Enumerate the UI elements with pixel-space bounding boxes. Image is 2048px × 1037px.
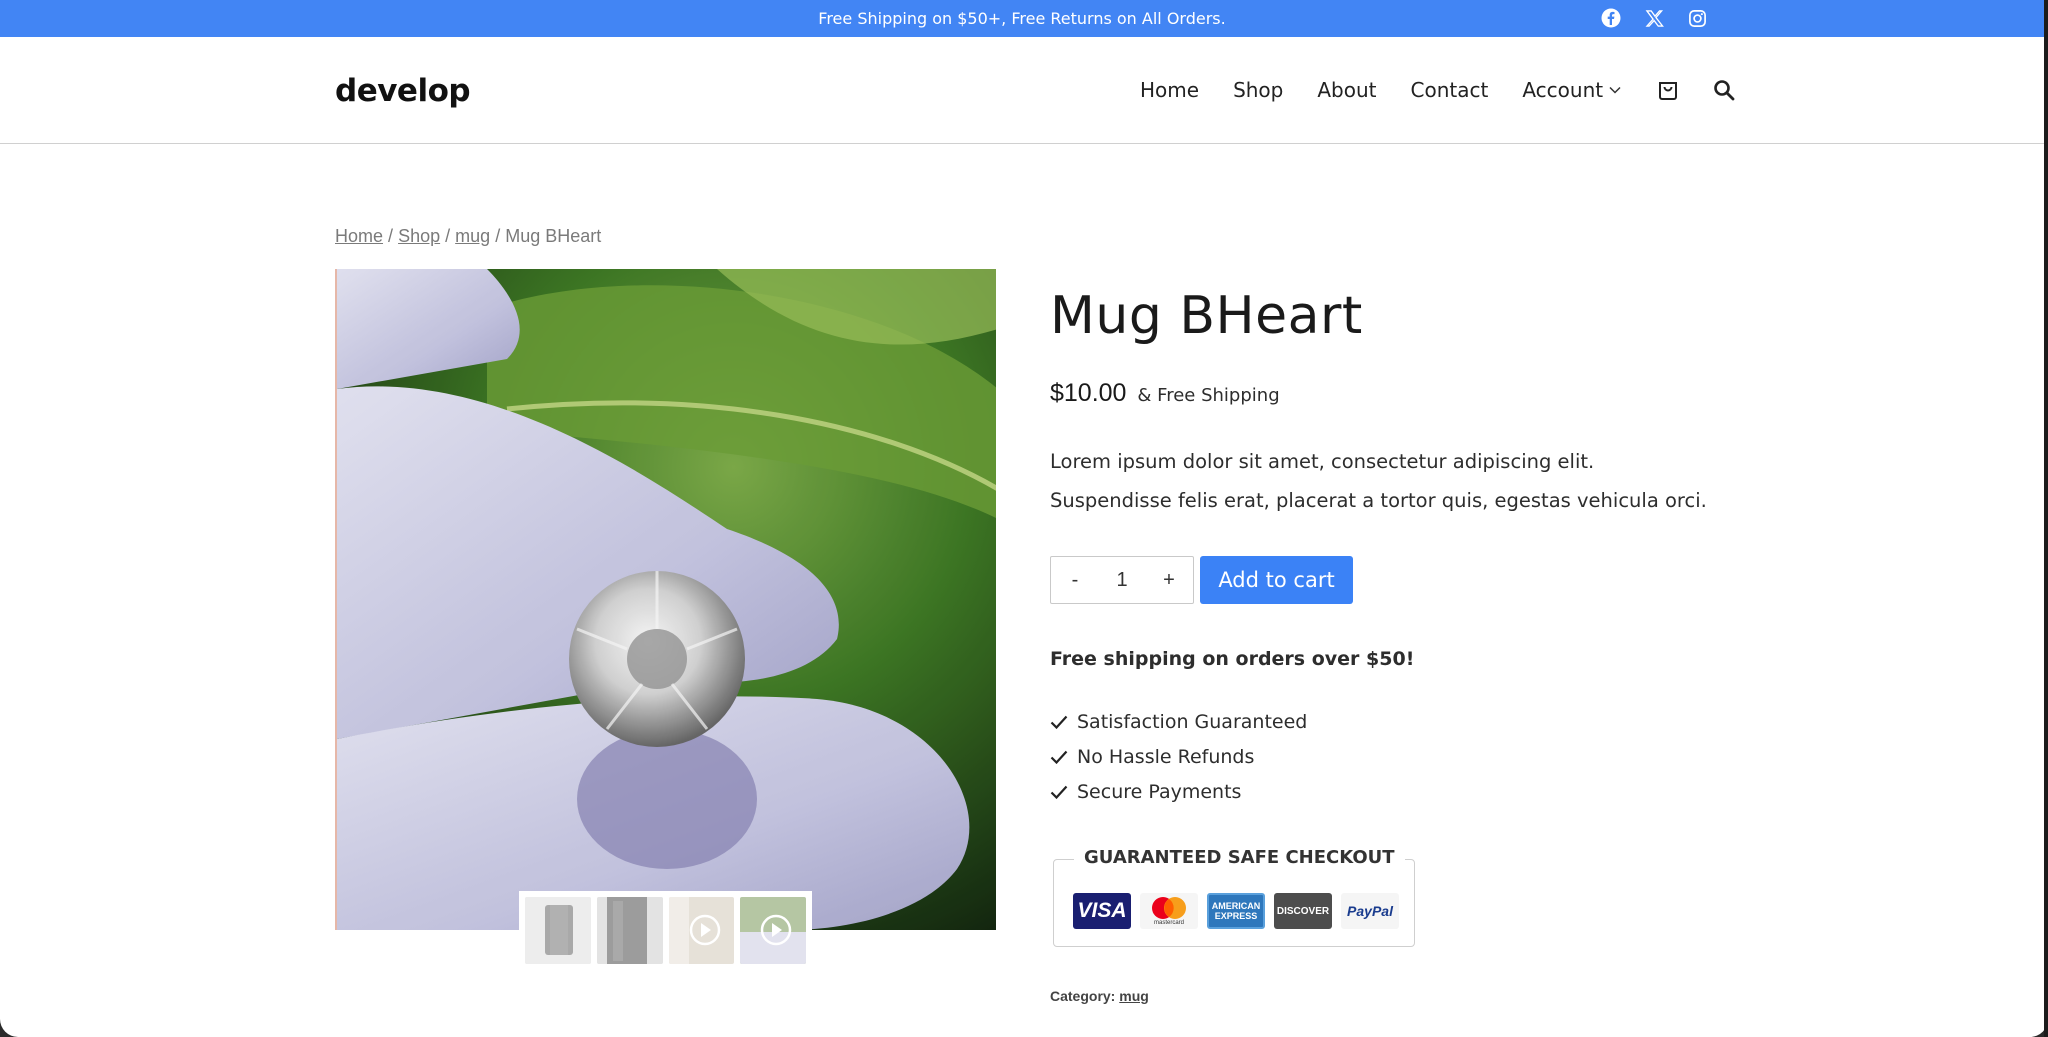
check-icon — [1050, 750, 1068, 764]
cart-icon[interactable] — [1655, 77, 1681, 103]
nav-account-label: Account — [1522, 78, 1604, 102]
x-twitter-icon[interactable] — [1643, 7, 1665, 29]
breadcrumb-shop[interactable]: Shop — [398, 226, 440, 246]
announcement-bar: Free Shipping on $50+, Free Returns on A… — [0, 0, 2048, 37]
visa-card-icon: VISA — [1073, 893, 1131, 929]
feature-label: Secure Payments — [1077, 780, 1242, 803]
site-logo[interactable]: develop — [335, 73, 471, 109]
nav-about[interactable]: About — [1317, 78, 1376, 102]
thumbnail-mug-2[interactable] — [596, 897, 663, 964]
shipping-suffix: & Free Shipping — [1137, 385, 1280, 406]
site-header: develop Home Shop About Contact Account — [0, 37, 2044, 144]
feature-item: Secure Payments — [1050, 774, 1307, 809]
quantity-minus-button[interactable]: - — [1063, 569, 1087, 592]
search-icon[interactable] — [1711, 77, 1737, 103]
quantity-stepper: - + — [1050, 556, 1194, 604]
category-label: Category: — [1050, 988, 1116, 1004]
browser-window: Free Shipping on $50+, Free Returns on A… — [0, 0, 2048, 1037]
payment-methods: VISA mastercard AMERICAN EXPRESS DISCOVE… — [1073, 893, 1399, 929]
product-photo — [337, 269, 996, 930]
nav-home[interactable]: Home — [1140, 78, 1199, 102]
shipping-note: Free shipping on orders over $50! — [1050, 648, 1415, 670]
breadcrumb-current: Mug BHeart — [505, 226, 602, 246]
feature-label: No Hassle Refunds — [1077, 745, 1255, 768]
product-category: Category: mug — [1050, 988, 1149, 1004]
amex-card-icon: AMERICAN EXPRESS — [1207, 893, 1265, 929]
safe-checkout-box: GUARANTEED SAFE CHECKOUT VISA mastercard… — [1053, 847, 1415, 947]
quantity-plus-button[interactable]: + — [1157, 569, 1181, 592]
thumbnail-video-1[interactable] — [668, 897, 735, 964]
thumbnail-video-2[interactable] — [740, 897, 806, 964]
announcement-text: Free Shipping on $50+, Free Returns on A… — [818, 9, 1226, 28]
main-nav: Home Shop About Contact Account — [1140, 77, 1737, 103]
category-link[interactable]: mug — [1119, 988, 1149, 1004]
feature-label: Satisfaction Guaranteed — [1077, 710, 1308, 733]
breadcrumb-mug[interactable]: mug — [455, 226, 490, 246]
breadcrumb: Home / Shop / mug / Mug BHeart — [335, 226, 601, 247]
safe-checkout-title: GUARANTEED SAFE CHECKOUT — [1074, 847, 1405, 868]
instagram-icon[interactable] — [1686, 7, 1708, 29]
nav-account[interactable]: Account — [1522, 78, 1621, 102]
product-title: Mug BHeart — [1050, 286, 1363, 346]
breadcrumb-separator: / — [388, 226, 394, 246]
check-icon — [1050, 785, 1068, 799]
paypal-icon: PayPal — [1341, 893, 1399, 929]
thumbnail-mug-1[interactable] — [525, 897, 591, 964]
chevron-down-icon — [1609, 86, 1621, 94]
facebook-icon[interactable] — [1600, 7, 1622, 29]
feature-item: No Hassle Refunds — [1050, 739, 1307, 774]
mastercard-icon: mastercard — [1140, 893, 1198, 929]
product-description: Lorem ipsum dolor sit amet, consectetur … — [1050, 450, 1707, 512]
check-icon — [1050, 715, 1068, 729]
add-to-cart-button[interactable]: Add to cart — [1200, 556, 1353, 604]
product-price: $10.00 — [1050, 379, 1127, 407]
breadcrumb-separator: / — [495, 226, 501, 246]
nav-shop[interactable]: Shop — [1233, 78, 1283, 102]
nav-contact[interactable]: Contact — [1411, 78, 1489, 102]
quantity-input[interactable] — [1102, 568, 1142, 592]
breadcrumb-home[interactable]: Home — [335, 226, 383, 246]
thumbnail-strip — [519, 891, 812, 970]
social-links — [1600, 7, 1708, 29]
product-main-image[interactable] — [335, 269, 996, 930]
window-edge — [2044, 0, 2048, 1037]
product-price-row: $10.00 & Free Shipping — [1050, 379, 1280, 408]
discover-card-icon: DISCOVER — [1274, 893, 1332, 929]
feature-item: Satisfaction Guaranteed — [1050, 704, 1307, 739]
feature-list: Satisfaction Guaranteed No Hassle Refund… — [1050, 704, 1307, 809]
breadcrumb-separator: / — [445, 226, 451, 246]
